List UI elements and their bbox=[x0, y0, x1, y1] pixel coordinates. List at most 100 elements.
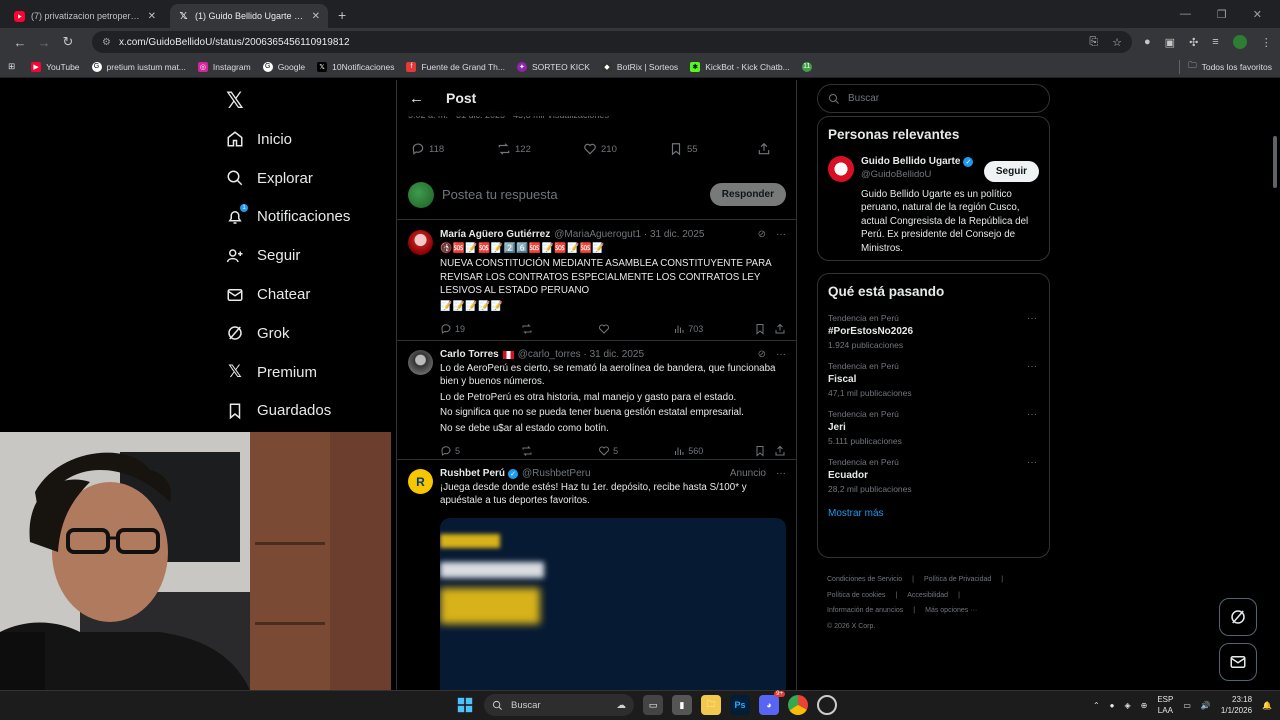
bookmark-action[interactable] bbox=[754, 445, 774, 457]
author-name[interactable]: Carlo Torres bbox=[440, 349, 499, 360]
tray-icon[interactable]: ● bbox=[1110, 701, 1115, 710]
nav-item-guardados[interactable]: Guardados bbox=[226, 392, 350, 431]
bookmark-count[interactable]: 55 bbox=[669, 142, 757, 156]
scrollbar-thumb[interactable] bbox=[1273, 136, 1277, 188]
ad-media[interactable] bbox=[440, 518, 786, 690]
clock[interactable]: 23:18 1/1/2026 bbox=[1221, 694, 1252, 716]
trend-item[interactable]: Tendencia en Perú #PorEstosNo2026 1.924 … bbox=[828, 313, 1039, 350]
bookmark-kickbot[interactable]: ✱ KickBot - Kick Chatb... bbox=[690, 61, 790, 72]
footer-link[interactable]: Accesibilidad bbox=[907, 592, 948, 599]
minimize-icon[interactable]: — bbox=[1180, 8, 1191, 21]
nav-item-grok[interactable]: Grok bbox=[226, 314, 350, 353]
author-name[interactable]: María Agüero Gutiérrez bbox=[440, 229, 550, 240]
reply-input[interactable]: Postea tu respuesta bbox=[442, 187, 558, 202]
share-action[interactable] bbox=[774, 445, 786, 457]
chevron-up-icon[interactable]: ⌃ bbox=[1093, 701, 1100, 710]
views-action[interactable]: 703 bbox=[673, 323, 754, 335]
app-icon-2[interactable] bbox=[817, 695, 837, 715]
browser-tab-x[interactable]: 𝕏 (1) Guido Bellido Ugarte en X: " ✕ bbox=[170, 4, 328, 28]
task-view-icon[interactable]: ▭ bbox=[643, 695, 663, 715]
like-action[interactable] bbox=[598, 323, 673, 335]
footer-link[interactable]: Política de cookies bbox=[827, 592, 885, 599]
reply-action[interactable]: 19 bbox=[440, 323, 521, 335]
chrome-icon[interactable] bbox=[788, 695, 808, 715]
profile-avatar[interactable] bbox=[1232, 35, 1247, 49]
share-icon[interactable] bbox=[757, 142, 771, 156]
bookmark-youtube[interactable]: ▶ YouTube bbox=[31, 61, 80, 72]
trend-item[interactable]: Tendencia en Perú Fiscal 47,1 mil public… bbox=[828, 361, 1039, 398]
star-icon[interactable]: ☆ bbox=[1112, 36, 1122, 49]
show-more-link[interactable]: Mostrar más bbox=[828, 508, 1039, 519]
grok-icon[interactable]: ⊘ bbox=[758, 349, 766, 360]
author-name[interactable]: Rushbet Perú bbox=[440, 468, 505, 479]
trend-item[interactable]: Tendencia en Perú Jeri 5.111 publicacion… bbox=[828, 409, 1039, 446]
author-handle[interactable]: @carlo_torres · 31 dic. 2025 bbox=[518, 349, 644, 360]
extension-icon[interactable]: ● bbox=[1144, 36, 1151, 48]
file-explorer-icon[interactable]: 🗀 bbox=[701, 695, 721, 715]
repost-count[interactable]: 122 bbox=[497, 142, 583, 156]
display-icon[interactable]: ▭ bbox=[1183, 701, 1191, 710]
messages-fab[interactable] bbox=[1219, 643, 1257, 681]
nav-item-seguir[interactable]: Seguir bbox=[226, 236, 350, 275]
footer-link[interactable]: Información de anuncios bbox=[827, 607, 903, 614]
site-info-icon[interactable]: ⚙ bbox=[102, 37, 111, 48]
discord-icon[interactable]: ◕ 9+ bbox=[759, 691, 785, 715]
repost-action[interactable] bbox=[521, 445, 598, 457]
maximize-icon[interactable]: ❐ bbox=[1217, 8, 1227, 21]
bookmark-botrix[interactable]: ◆ BotRix | Sorteos bbox=[601, 61, 678, 72]
person-name[interactable]: Guido Bellido Ugarte bbox=[861, 156, 960, 167]
close-icon[interactable]: ✕ bbox=[306, 11, 320, 22]
reply-button[interactable]: Responder bbox=[709, 183, 786, 206]
close-window-icon[interactable]: ✕ bbox=[1253, 8, 1262, 21]
taskbar-search[interactable]: Buscar ☁ bbox=[484, 694, 634, 716]
speaker-icon[interactable]: 🔊 bbox=[1201, 701, 1211, 710]
all-bookmarks[interactable]: 🗀 Todos los favoritos bbox=[1179, 59, 1272, 74]
trend-item[interactable]: Tendencia en Perú Ecuador 28,2 mil publi… bbox=[828, 457, 1039, 494]
new-tab-button[interactable]: + bbox=[338, 7, 346, 23]
nav-item-chatear[interactable]: Chatear bbox=[226, 275, 350, 314]
photoshop-icon[interactable]: Ps bbox=[730, 695, 750, 715]
views-action[interactable]: 560 bbox=[673, 445, 754, 457]
tray-icon-2[interactable]: ◈ bbox=[1124, 701, 1130, 710]
reload-button[interactable]: ↻ bbox=[56, 34, 80, 50]
reply-action[interactable]: 5 bbox=[440, 445, 521, 457]
ad-tweet[interactable]: R Rushbet Perú ✓ @RushbetPeru Anuncio ···… bbox=[397, 460, 796, 690]
reply-tweet[interactable]: Carlo Torres @carlo_torres · 31 dic. 202… bbox=[397, 341, 796, 460]
footer-link[interactable]: Condiciones de Servicio bbox=[827, 576, 902, 583]
more-icon[interactable]: ··· bbox=[1027, 361, 1037, 372]
bookmark-extra[interactable]: 11 bbox=[801, 61, 817, 72]
share-action[interactable] bbox=[774, 323, 786, 335]
back-arrow-icon[interactable]: ← bbox=[409, 90, 424, 107]
like-action[interactable]: 5 bbox=[598, 445, 673, 457]
x-logo[interactable]: 𝕏 bbox=[226, 88, 244, 114]
notification-bell-icon[interactable]: 🔔 bbox=[1262, 701, 1272, 710]
avatar[interactable]: R bbox=[408, 469, 433, 494]
author-handle[interactable]: @MariaAguerogut1 · 31 dic. 2025 bbox=[554, 229, 704, 240]
more-icon[interactable]: ··· bbox=[776, 468, 786, 479]
repost-action[interactable] bbox=[521, 323, 598, 335]
forward-button[interactable]: → bbox=[32, 35, 56, 50]
more-icon[interactable]: ··· bbox=[776, 229, 786, 240]
browser-tab-youtube[interactable]: (7) privatizacion petroperu - Yo ✕ bbox=[6, 4, 164, 28]
back-button[interactable]: ← bbox=[8, 35, 32, 50]
reply-count[interactable]: 118 bbox=[411, 142, 497, 156]
nav-item-inicio[interactable]: Inicio bbox=[226, 120, 350, 159]
tray-icon-3[interactable]: ⊕ bbox=[1141, 701, 1148, 710]
bookmark-action[interactable] bbox=[754, 323, 774, 335]
grok-fab[interactable] bbox=[1219, 598, 1257, 636]
follow-button[interactable]: Seguir bbox=[983, 161, 1039, 182]
grok-icon[interactable]: ⊘ bbox=[758, 229, 766, 240]
more-icon[interactable]: ··· bbox=[776, 349, 786, 360]
puzzle-icon[interactable]: ✣ bbox=[1189, 36, 1198, 49]
like-count[interactable]: 210 bbox=[583, 142, 669, 156]
install-app-icon[interactable]: ⎘ bbox=[1089, 36, 1098, 49]
page-scrollbar[interactable] bbox=[1270, 80, 1280, 690]
more-icon[interactable]: ··· bbox=[1027, 313, 1037, 324]
language-indicator[interactable]: ESP LAA bbox=[1157, 694, 1173, 716]
more-icon[interactable]: ··· bbox=[1027, 409, 1037, 420]
avatar[interactable] bbox=[408, 230, 433, 255]
nav-item-notificaciones[interactable]: 1 Notificaciones bbox=[226, 198, 350, 237]
bookmark-instagram[interactable]: ◎ Instagram bbox=[197, 61, 251, 72]
reading-list-icon[interactable]: ≡ bbox=[1212, 36, 1218, 48]
more-icon[interactable]: ··· bbox=[1027, 457, 1037, 468]
